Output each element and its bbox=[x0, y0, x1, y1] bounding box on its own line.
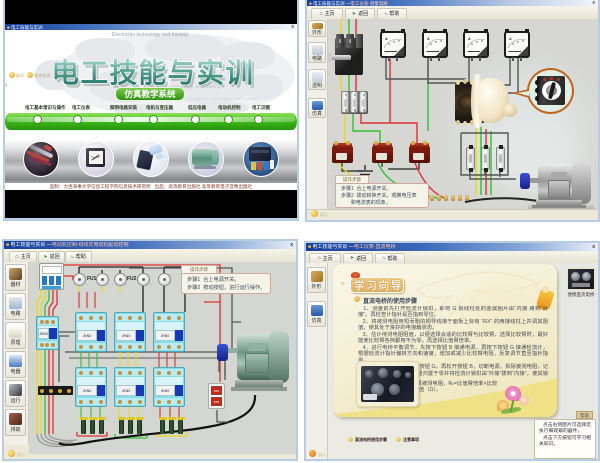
svg-text:学习向导: 学习向导 bbox=[354, 279, 403, 292]
svg-text:A: A bbox=[385, 37, 388, 41]
svg-text:A: A bbox=[509, 37, 512, 41]
svg-text:A: A bbox=[468, 37, 471, 41]
svg-text:A: A bbox=[427, 37, 430, 41]
